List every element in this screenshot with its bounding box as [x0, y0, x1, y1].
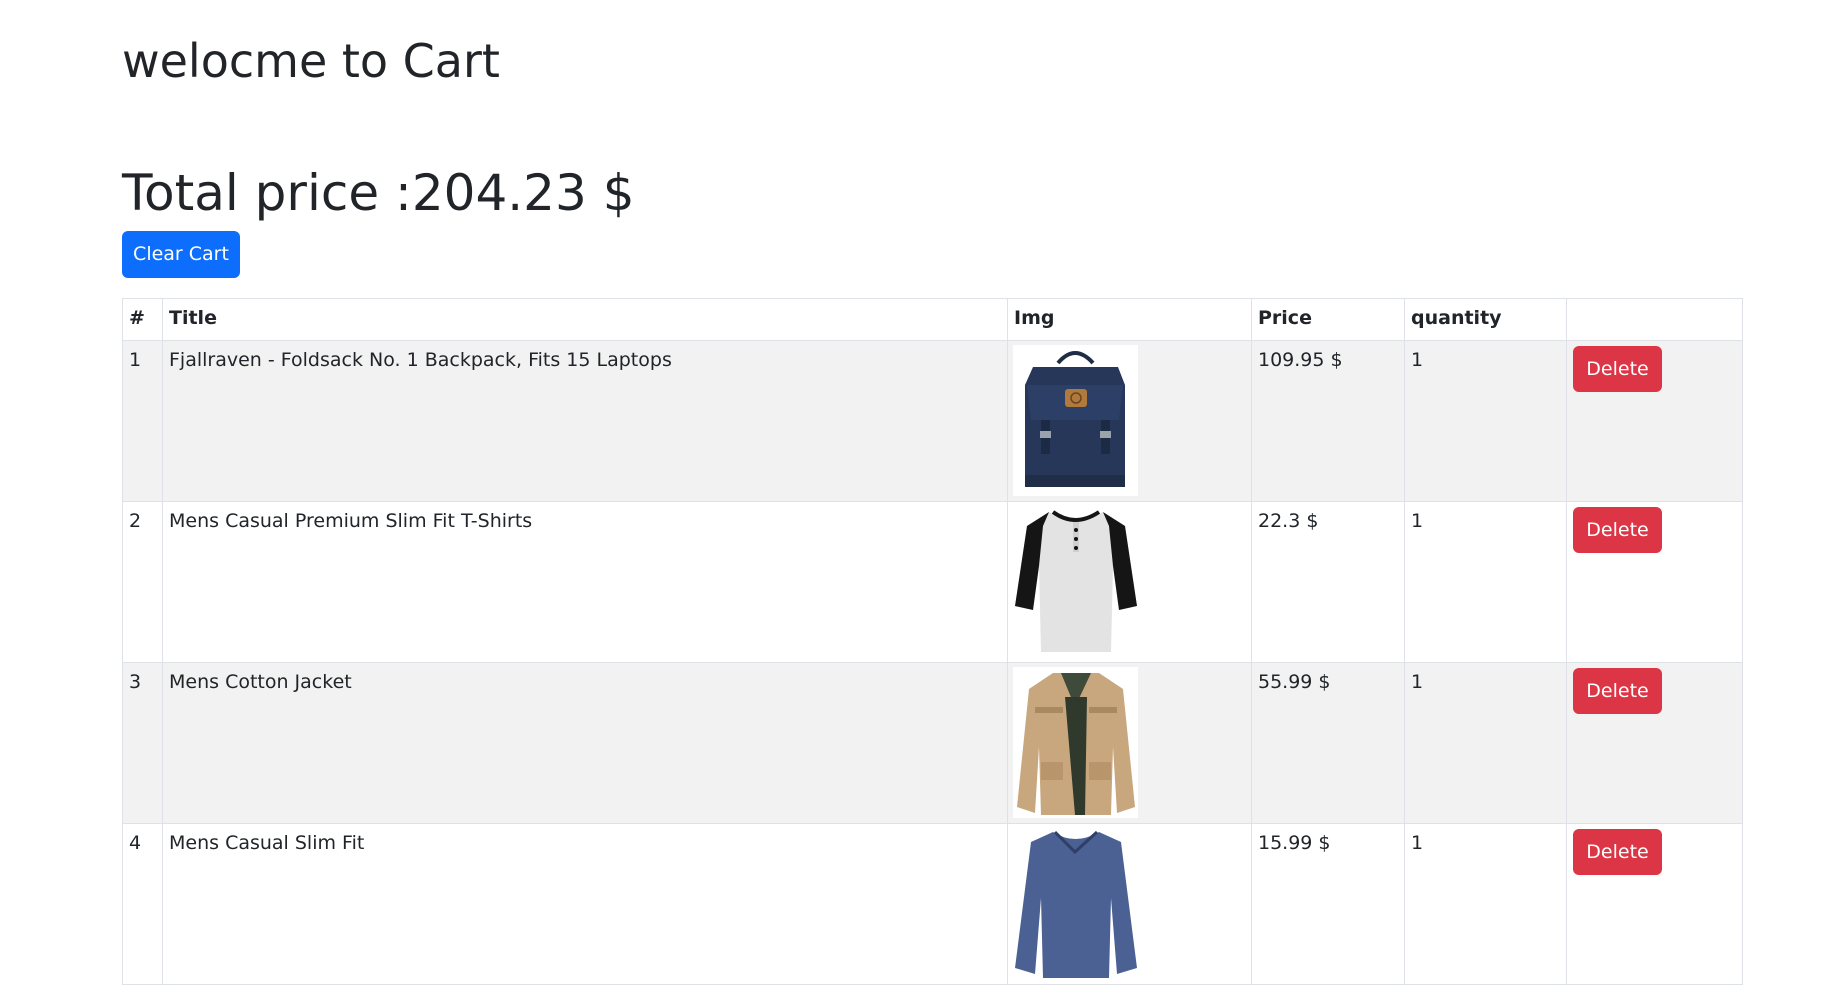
table-row: 2 Mens Casual Premium Slim Fit T-Shirts	[122, 501, 1743, 663]
header-number: #	[122, 298, 163, 341]
delete-button[interactable]: Delete	[1573, 507, 1662, 553]
header-img: Img	[1007, 298, 1252, 341]
jacket-image	[1013, 667, 1138, 818]
product-price: 109.95 $	[1251, 340, 1405, 502]
header-quantity: quantity	[1404, 298, 1567, 341]
product-quantity: 1	[1404, 662, 1567, 824]
row-number: 4	[122, 823, 163, 985]
product-quantity: 1	[1404, 823, 1567, 985]
cart-table: # Title Img Price quantity 1 Fjallraven …	[122, 298, 1743, 985]
tshirt-image	[1013, 506, 1138, 657]
product-title: Mens Cotton Jacket	[162, 662, 1008, 824]
product-quantity: 1	[1404, 340, 1567, 502]
product-title: Mens Casual Slim Fit	[162, 823, 1008, 985]
table-row: 4 Mens Casual Slim Fit 15.99 $ 1 Delete	[122, 823, 1743, 985]
delete-button[interactable]: Delete	[1573, 346, 1662, 392]
header-price: Price	[1251, 298, 1405, 341]
clear-cart-button[interactable]: Clear Cart	[122, 231, 240, 278]
longsleeve-shirt-image	[1013, 828, 1138, 979]
row-number: 1	[122, 340, 163, 502]
product-title: Mens Casual Premium Slim Fit T-Shirts	[162, 501, 1008, 663]
row-number: 3	[122, 662, 163, 824]
backpack-image	[1013, 345, 1138, 496]
total-price: Total price :204.23 $	[122, 164, 635, 222]
row-number: 2	[122, 501, 163, 663]
product-quantity: 1	[1404, 501, 1567, 663]
table-row: 3 Mens Cotton Jacket 55.99 $ 1 Delete	[122, 662, 1743, 824]
table-header-row: # Title Img Price quantity	[122, 298, 1743, 341]
product-price: 15.99 $	[1251, 823, 1405, 985]
delete-button[interactable]: Delete	[1573, 829, 1662, 875]
product-price: 55.99 $	[1251, 662, 1405, 824]
product-price: 22.3 $	[1251, 501, 1405, 663]
product-title: Fjallraven - Foldsack No. 1 Backpack, Fi…	[162, 340, 1008, 502]
header-title: Title	[162, 298, 1008, 341]
table-row: 1 Fjallraven - Foldsack No. 1 Backpack, …	[122, 340, 1743, 502]
page-title: welocme to Cart	[122, 34, 500, 88]
header-action	[1566, 298, 1743, 341]
delete-button[interactable]: Delete	[1573, 668, 1662, 714]
